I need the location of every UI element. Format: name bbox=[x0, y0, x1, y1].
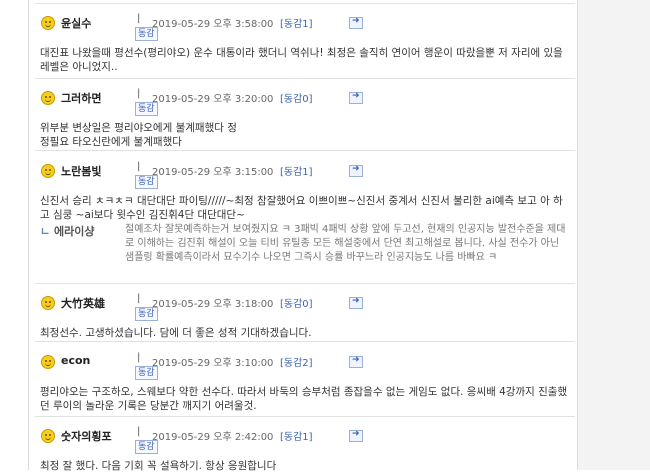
empathy-count: [동감0] bbox=[280, 299, 313, 310]
smiley-face-icon bbox=[41, 164, 55, 178]
smiley-face-icon bbox=[41, 429, 55, 443]
smiley-face-icon bbox=[41, 91, 55, 105]
empathy-button[interactable]: 동감 bbox=[135, 366, 158, 380]
comment-date: 2019-05-29 오후 3:18:00 bbox=[152, 299, 274, 310]
comment-body: 대진표 나왔을때 평선수(평리야오) 운수 대통이라 했더니 역쉬나! 최정은 … bbox=[40, 47, 563, 73]
reply-arrow-icon[interactable] bbox=[349, 429, 363, 442]
reply-arrow-icon[interactable] bbox=[349, 16, 363, 29]
reply-arrow-icon[interactable] bbox=[349, 91, 363, 104]
comment-body: 신진서 승리 ㅊㅋㅊㅋ 대단대단 파이팅/////~최정 참잘했어요 이쁘이쁘~… bbox=[40, 195, 563, 221]
empathy-count: [동감1] bbox=[280, 167, 313, 178]
comment-body: 위부분 변상일은 평리야오에게 불계패했다 정정필요 타오신란에게 불계패했다 bbox=[40, 122, 237, 148]
reply-body: 절예조차 잘못예측하는거 보여줬지요 ㅋ 3패빅 4패빅 상황 앞에 두고선, … bbox=[125, 224, 566, 263]
smiley-face-icon bbox=[41, 296, 55, 310]
empathy-count: [동감1] bbox=[280, 432, 313, 443]
comment-author[interactable]: 숫자의횡포 bbox=[61, 428, 112, 444]
right-gutter bbox=[578, 0, 650, 470]
meta-separator: | bbox=[137, 13, 141, 24]
reply-author[interactable]: 에라이샹 bbox=[54, 223, 94, 239]
empathy-button[interactable]: 동감 bbox=[135, 307, 158, 321]
comment-divider bbox=[35, 416, 575, 417]
empathy-count: [동감1] bbox=[280, 19, 313, 30]
reply-arrow-icon[interactable] bbox=[349, 355, 363, 368]
empathy-button[interactable]: 동감 bbox=[135, 440, 158, 454]
comment-date: 2019-05-29 오후 3:58:00 bbox=[152, 19, 274, 30]
empathy-button[interactable]: 동감 bbox=[135, 175, 158, 189]
comment-author[interactable]: 윤실수 bbox=[61, 15, 91, 31]
comment-author[interactable]: 그러하면 bbox=[61, 90, 101, 106]
comment-author[interactable]: econ bbox=[61, 354, 90, 367]
meta-separator: | bbox=[137, 426, 141, 437]
meta-separator: | bbox=[137, 352, 141, 363]
meta-separator: | bbox=[137, 161, 141, 172]
reply-indicator-icon: ㄴ bbox=[40, 225, 51, 238]
empathy-button[interactable]: 동감 bbox=[135, 102, 158, 116]
comment-author[interactable]: 大竹英雄 bbox=[61, 295, 105, 311]
comment-date: 2019-05-29 오후 3:15:00 bbox=[152, 167, 274, 178]
empathy-count: [동감0] bbox=[280, 94, 313, 105]
empathy-button[interactable]: 동감 bbox=[135, 27, 158, 41]
comment-divider bbox=[35, 283, 575, 284]
comment-divider bbox=[35, 78, 575, 79]
smiley-face-icon bbox=[41, 16, 55, 30]
comment-body: 평리야오는 구조하오, 스웨보다 약한 선수다. 따라서 바둑의 승부처럼 종잡… bbox=[40, 386, 568, 412]
comment-date: 2019-05-29 오후 2:42:00 bbox=[152, 432, 274, 443]
comment-body: 최정 잘 했다. 다음 기회 꼭 설욕하기. 항상 응원합니다 bbox=[40, 460, 277, 472]
smiley-face-icon bbox=[41, 355, 55, 369]
comment-date: 2019-05-29 오후 3:20:00 bbox=[152, 94, 274, 105]
reply-arrow-icon[interactable] bbox=[349, 296, 363, 309]
comment-divider bbox=[35, 341, 575, 342]
comment-divider bbox=[35, 150, 575, 151]
comment-body: 최정선수. 고생하셨습니다. 담에 더 좋은 성적 기대하겠습니다. bbox=[40, 327, 312, 339]
comment-author[interactable]: 노란봄빛 bbox=[61, 163, 101, 179]
reply-arrow-icon[interactable] bbox=[349, 164, 363, 177]
comment-divider bbox=[35, 3, 575, 4]
meta-separator: | bbox=[137, 293, 141, 304]
empathy-count: [동감2] bbox=[280, 358, 313, 369]
meta-separator: | bbox=[137, 88, 141, 99]
comment-date: 2019-05-29 오후 3:10:00 bbox=[152, 358, 274, 369]
